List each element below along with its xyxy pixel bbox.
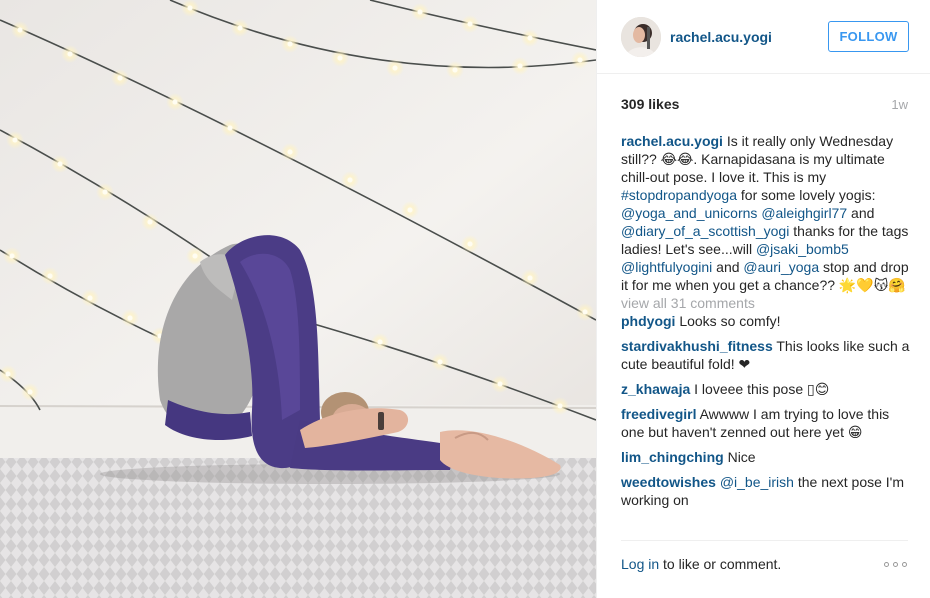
- mention-link[interactable]: @jsaki_bomb5: [756, 241, 849, 257]
- caption-text: and: [712, 259, 744, 275]
- post-photo[interactable]: [0, 0, 596, 598]
- ellipsis-icon[interactable]: [884, 562, 908, 568]
- follow-button[interactable]: FOLLOW: [828, 21, 909, 52]
- mention-link[interactable]: @auri_yoga: [743, 259, 819, 275]
- avatar-image: [621, 17, 661, 57]
- caption-text: and: [847, 205, 875, 221]
- comment-item: freedivegirl Awwww I am trying to love t…: [621, 405, 911, 441]
- caption: rachel.acu.yogi Is it really only Wednes…: [621, 132, 911, 294]
- comment-username-link[interactable]: lim_chingching: [621, 449, 724, 465]
- post-header: rachel.acu.yogi FOLLOW: [597, 0, 930, 74]
- hashtag-link[interactable]: #stopdropandyoga: [621, 187, 737, 203]
- mention-link[interactable]: @aleighgirl77: [761, 205, 847, 221]
- footer-text: to like or comment.: [659, 556, 782, 572]
- comment-text: Nice: [723, 449, 756, 465]
- header-username-link[interactable]: rachel.acu.yogi: [670, 29, 772, 45]
- post-stats: 309 likes 1w: [621, 96, 908, 116]
- mention-link[interactable]: @yoga_and_unicorns: [621, 205, 757, 221]
- comment-item: lim_chingching Nice: [621, 448, 911, 466]
- login-link[interactable]: Log in: [621, 556, 659, 572]
- comment-item: z_khawaja I loveee this pose ▯😊: [621, 380, 911, 398]
- comment-item: phdyogi Looks so comfy!: [621, 312, 911, 330]
- comment-username-link[interactable]: weedtowishes: [621, 474, 716, 490]
- comment-item: weedtowishes @i_be_irish the next pose I…: [621, 473, 911, 509]
- comment-text: I loveee this pose ▯😊: [690, 381, 830, 397]
- post-side-panel: rachel.acu.yogi FOLLOW 309 likes 1w rach…: [596, 0, 930, 598]
- post-time[interactable]: 1w: [891, 97, 908, 112]
- comment-username-link[interactable]: z_khawaja: [621, 381, 690, 397]
- caption-text: for some lovely yogis:: [737, 187, 876, 203]
- post-footer: Log in to like or comment.: [621, 556, 908, 576]
- likes-count[interactable]: 309 likes: [621, 96, 679, 112]
- view-all-comments-link[interactable]: view all 31 comments: [621, 294, 911, 312]
- avatar[interactable]: [621, 17, 661, 57]
- comment-item: stardivakhushi_fitness This looks like s…: [621, 337, 911, 373]
- footer-divider: [621, 540, 908, 541]
- instagram-post: rachel.acu.yogi FOLLOW 309 likes 1w rach…: [0, 0, 930, 598]
- comments-section: rachel.acu.yogi Is it really only Wednes…: [621, 132, 911, 524]
- comment-username-link[interactable]: freedivegirl: [621, 406, 696, 422]
- comment-username-link[interactable]: phdyogi: [621, 313, 675, 329]
- mention-link[interactable]: @i_be_irish: [720, 474, 794, 490]
- yoga-photo-illustration: [0, 0, 596, 598]
- mention-link[interactable]: @lightfulyogini: [621, 259, 712, 275]
- comment-username-link[interactable]: stardivakhushi_fitness: [621, 338, 773, 354]
- caption-author-link[interactable]: rachel.acu.yogi: [621, 133, 723, 149]
- mention-link[interactable]: @diary_of_a_scottish_yogi: [621, 223, 789, 239]
- comment-text: Looks so comfy!: [675, 313, 781, 329]
